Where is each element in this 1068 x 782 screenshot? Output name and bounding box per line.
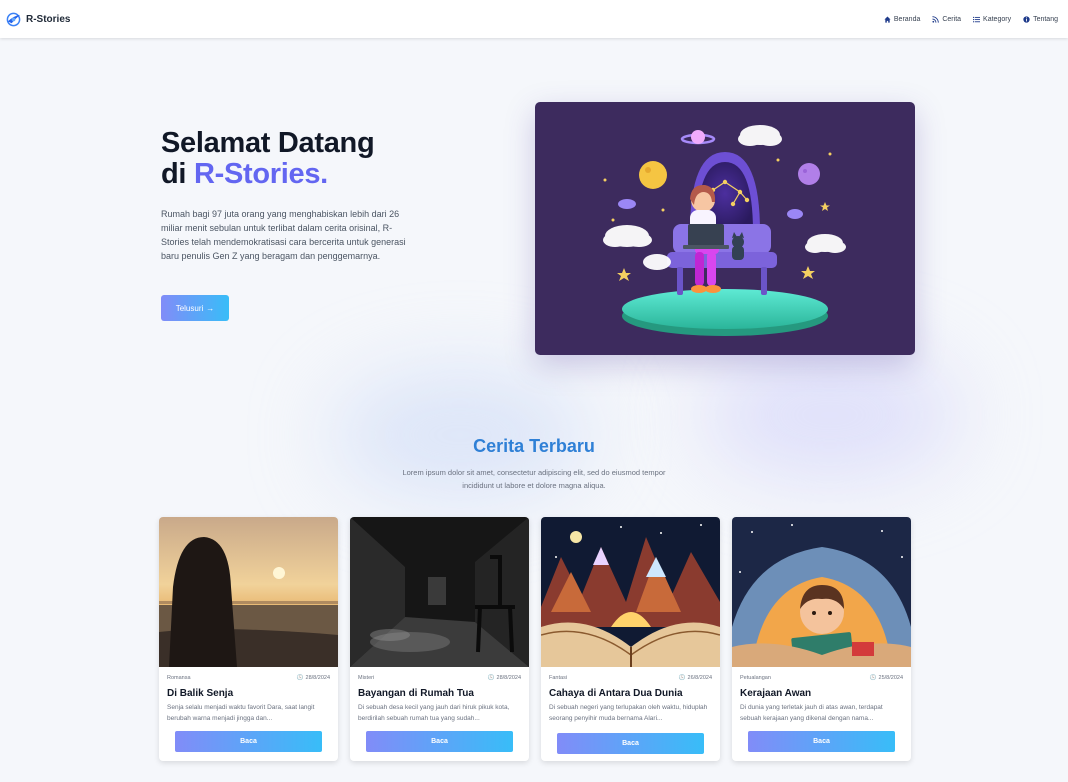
story-card: Misteri 🕓 28/8/2024 Bayangan di Rumah Tua…: [350, 517, 529, 761]
nav-item-beranda[interactable]: Beranda: [884, 16, 920, 23]
hero-description: Rumah bagi 97 juta orang yang menghabisk…: [161, 209, 406, 261]
hero-title: Selamat Datang di R-Stories.: [161, 127, 375, 190]
story-card: Romansa 🕓 28/8/2024 Di Balik Senja Senja …: [159, 517, 338, 761]
story-card: Petualangan 🕓 25/8/2024 Kerajaan Awan Di …: [732, 517, 911, 761]
story-image-sunset: [159, 517, 338, 667]
hero-illustration: [535, 102, 915, 355]
hero-title-accent: R-Stories.: [193, 158, 328, 190]
background-glow: [700, 350, 960, 480]
nav-item-kategory[interactable]: Kategory: [973, 16, 1011, 23]
section-title: Cerita Terbaru: [473, 436, 595, 456]
card-title: Kerajaan Awan: [740, 688, 812, 699]
logo-icon: [6, 12, 21, 26]
arrow-right-icon: →: [206, 303, 215, 313]
explore-button[interactable]: Telusuri →: [161, 295, 229, 321]
card-date-text: 28/8/2024: [496, 675, 521, 681]
girl-reading-illustration: [603, 125, 846, 336]
clock-icon: 🕓: [296, 675, 304, 681]
read-button[interactable]: Baca: [366, 731, 513, 752]
card-category: Romansa: [167, 675, 191, 681]
card-meta: Misteri 🕓 28/8/2024: [358, 675, 521, 681]
story-image-fantasy-book: [541, 517, 720, 667]
read-button[interactable]: Baca: [557, 733, 704, 754]
story-image-dark-corridor: [350, 517, 529, 667]
card-date: 🕓 25/8/2024: [870, 675, 903, 681]
card-title: Di Balik Senja: [167, 688, 234, 699]
brand-name: R-Stories: [26, 13, 71, 25]
card-title: Bayangan di Rumah Tua: [358, 688, 474, 699]
story-card: Fantasi 🕓 26/8/2024 Cahaya di Antara Dua …: [541, 517, 720, 761]
clock-icon: 🕓: [678, 675, 686, 681]
card-date: 🕓 28/8/2024: [297, 675, 330, 681]
card-meta: Fantasi 🕓 26/8/2024: [549, 675, 712, 681]
brand[interactable]: R-Stories: [6, 12, 70, 27]
card-category: Fantasi: [549, 675, 568, 681]
card-date: 🕓 26/8/2024: [679, 675, 712, 681]
story-image-boy-reading: [732, 517, 911, 667]
explore-button-label: Telusuri: [175, 303, 204, 313]
home-icon: [884, 15, 891, 23]
nav-links: Beranda Cerita Kategory Tentang: [884, 16, 1058, 23]
list-icon: [973, 16, 981, 22]
info-icon: [1023, 15, 1030, 23]
rss-icon: [932, 15, 940, 23]
hero-title-line1: Selamat Datang: [161, 127, 375, 159]
card-excerpt: Di sebuah desa kecil yang jauh dari hiru…: [358, 704, 510, 722]
nav-item-label: Beranda: [893, 15, 921, 23]
nav-item-tentang[interactable]: Tentang: [1023, 16, 1058, 23]
nav-item-cerita[interactable]: Cerita: [932, 16, 961, 23]
nav-item-label: Tentang: [1033, 15, 1058, 23]
hero-title-prefix: di: [161, 158, 194, 190]
card-excerpt: Di sebuah negeri yang terlupakan oleh wa…: [549, 704, 708, 722]
navbar: R-Stories Beranda Cerita Kategory Tentan…: [0, 0, 1068, 38]
card-meta: Romansa 🕓 28/8/2024: [167, 675, 330, 681]
section-subtitle: Lorem ipsum dolor sit amet, consectetur …: [402, 468, 666, 490]
card-excerpt: Senja selalu menjadi waktu favorit Dara,…: [167, 704, 315, 722]
read-button[interactable]: Baca: [175, 731, 322, 752]
clock-icon: 🕓: [487, 675, 495, 681]
card-date-text: 25/8/2024: [878, 675, 903, 681]
card-title: Cahaya di Antara Dua Dunia: [549, 688, 683, 699]
card-excerpt: Di dunia yang terletak jauh di atas awan…: [740, 704, 883, 722]
card-category: Misteri: [358, 675, 375, 681]
card-date: 🕓 28/8/2024: [488, 675, 521, 681]
nav-item-label: Kategory: [983, 15, 1012, 23]
card-meta: Petualangan 🕓 25/8/2024: [740, 675, 903, 681]
card-date-text: 28/8/2024: [305, 675, 330, 681]
nav-item-label: Cerita: [942, 15, 962, 23]
read-button[interactable]: Baca: [748, 731, 895, 752]
card-date-text: 26/8/2024: [687, 675, 712, 681]
card-category: Petualangan: [740, 675, 771, 681]
clock-icon: 🕓: [869, 675, 877, 681]
